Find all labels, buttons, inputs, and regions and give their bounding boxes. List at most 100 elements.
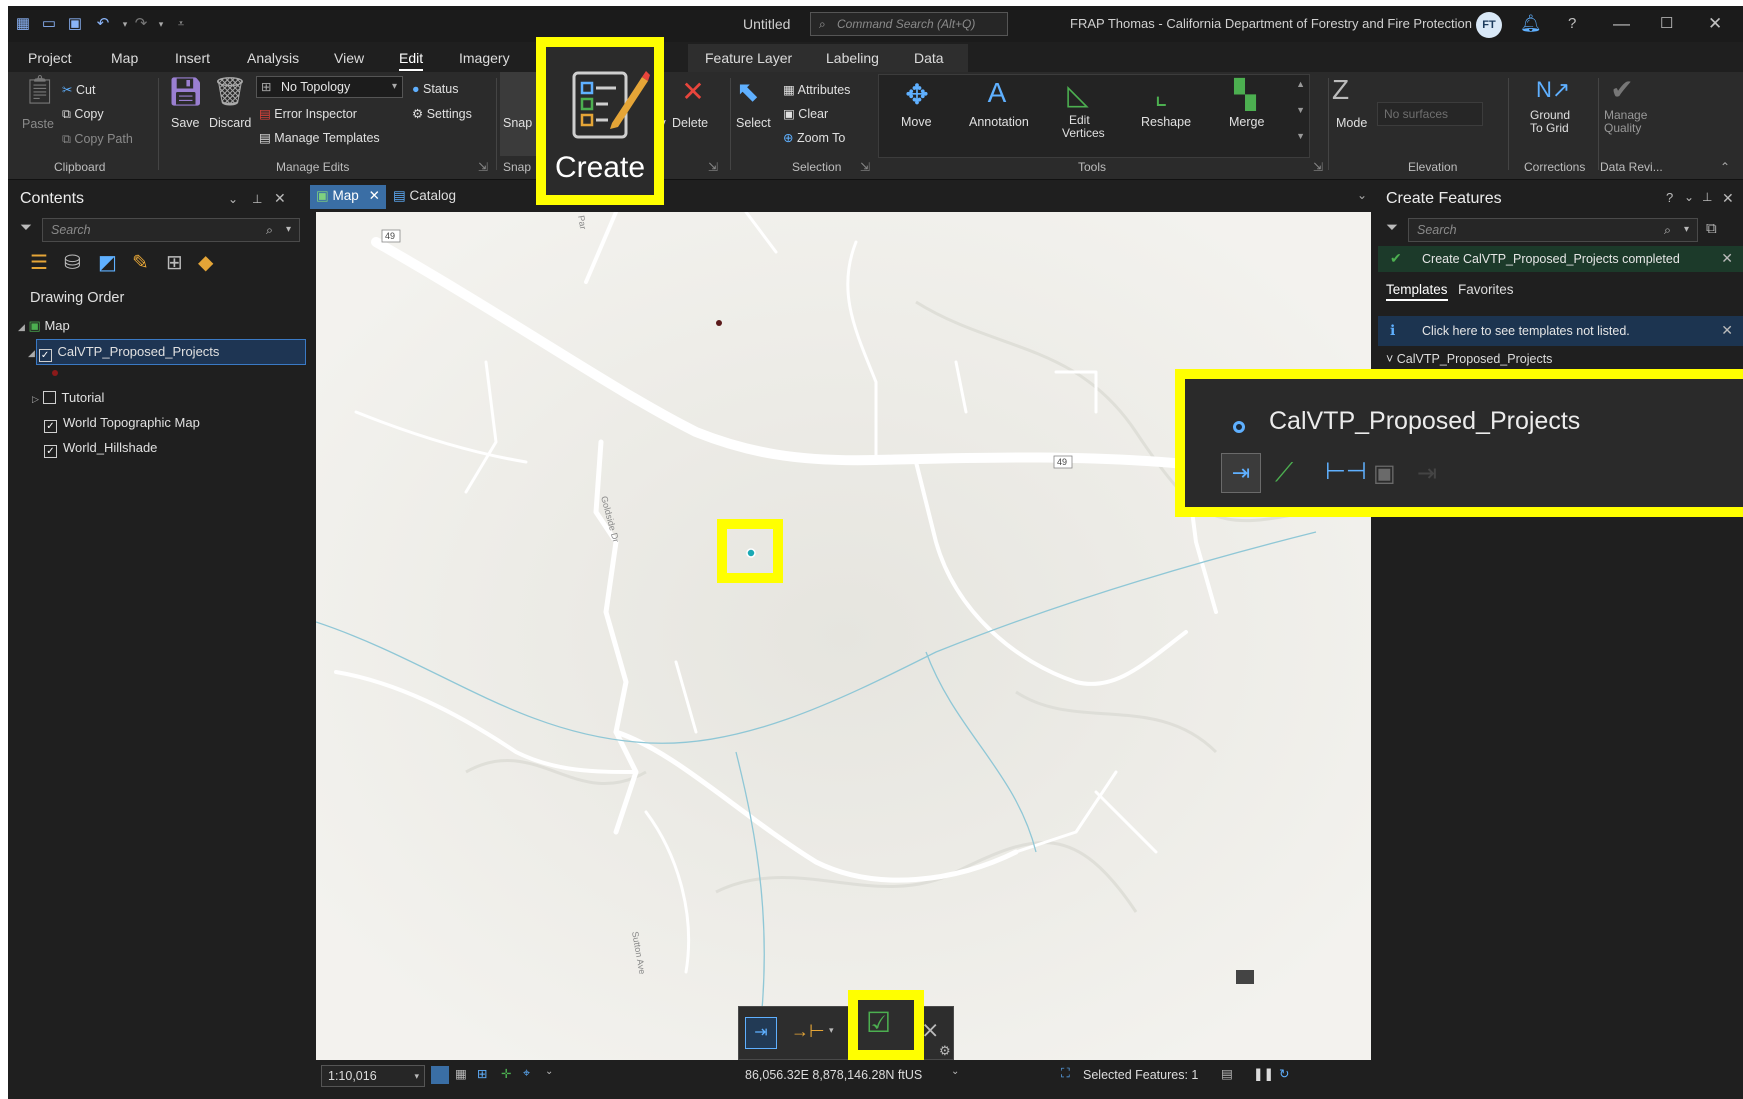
launcher-icon[interactable]: ⇲ [708, 160, 718, 174]
redo-dropdown-icon[interactable]: ▾ [152, 15, 170, 33]
create-button[interactable]: Create [546, 47, 654, 195]
template-group-header[interactable]: ˅ CalVTP_Proposed_Projects [1386, 352, 1552, 366]
list-by-editing-icon[interactable]: ✎ [132, 250, 149, 275]
annotation-icon[interactable]: A [981, 77, 1013, 109]
save-edits-button[interactable]: Save [171, 116, 200, 130]
select-button[interactable]: Select [736, 116, 771, 130]
paste-button[interactable]: Paste [22, 117, 54, 131]
point-along-line-icon[interactable]: ⟋ [1275, 457, 1293, 489]
table-icon[interactable]: ▤ [1221, 1066, 1233, 1081]
settings-button[interactable]: ⚙ Settings [412, 106, 472, 121]
clear-selection-button[interactable]: ▣ Clear [783, 106, 828, 121]
launcher-icon[interactable]: ⇲ [860, 160, 870, 174]
tab-map[interactable]: Map [111, 50, 138, 66]
map-node[interactable]: ◢ ▣ Map [18, 318, 70, 334]
merge-tool[interactable]: Merge [1229, 115, 1264, 129]
user-avatar[interactable]: FT [1476, 12, 1502, 38]
selection-tolerance-icon[interactable]: ⌖ [523, 1066, 530, 1081]
save-edits-icon[interactable]: 💾︎ [168, 76, 204, 108]
elevation-surface-dropdown[interactable]: No surfaces [1377, 102, 1483, 126]
tab-labeling[interactable]: Labeling [826, 50, 879, 66]
manage-templates-icon[interactable]: ⧉ [1706, 220, 1717, 237]
tab-feature-layer[interactable]: Feature Layer [705, 50, 792, 66]
tab-insert[interactable]: Insert [175, 50, 210, 66]
tab-view[interactable]: View [334, 50, 364, 66]
reshape-icon[interactable]: ⌞ [1145, 79, 1177, 111]
existing-point-feature[interactable] [716, 320, 722, 326]
templates-search-input[interactable]: Search ⌕ ▾ [1408, 218, 1698, 242]
point-tool-button[interactable]: ⇥ [1221, 453, 1261, 493]
layer-visibility-checkbox[interactable]: ✓ [38, 349, 52, 362]
layer-calvtp-proposed-projects[interactable]: ◢ ✓ CalVTP_Proposed_Projects [28, 344, 219, 362]
list-by-source-icon[interactable]: ⛁ [64, 250, 81, 275]
error-inspector-button[interactable]: ▤ Error Inspector [259, 106, 357, 121]
close-notification-icon[interactable]: ✕ [1721, 250, 1733, 267]
filter-icon[interactable]: ⏷ [1386, 219, 1398, 236]
manage-templates-button[interactable]: ▤ Manage Templates [259, 130, 380, 145]
reshape-tool[interactable]: Reshape [1141, 115, 1191, 129]
minimize-icon[interactable]: — [1613, 13, 1630, 35]
expand-icon[interactable]: ◢ [18, 322, 25, 332]
fixed-scale-icon[interactable] [431, 1066, 449, 1084]
launcher-icon[interactable]: ⇲ [1313, 160, 1323, 174]
point-disabled-tool-icon[interactable]: ⇥ [1417, 459, 1437, 488]
tab-analysis[interactable]: Analysis [247, 50, 299, 66]
list-by-snapping-icon[interactable]: ⊞ [166, 250, 183, 275]
edit-vertices-icon[interactable]: ◺ [1062, 79, 1094, 111]
finish-sketch-icon[interactable]: ☑ [866, 1006, 891, 1040]
gallery-scroll-up-icon[interactable]: ▲ [1296, 79, 1305, 89]
collapse-icon[interactable]: ▷ [32, 394, 39, 404]
annotation-tool[interactable]: Annotation [969, 115, 1029, 129]
snapping-icon[interactable]: ⊞ [477, 1066, 487, 1081]
help-icon[interactable]: ? [1568, 13, 1576, 35]
launcher-icon[interactable]: ⇲ [478, 160, 488, 174]
copy-button[interactable]: ⧉ Copy [62, 107, 104, 122]
ground-to-grid-label-1[interactable]: Ground [1530, 108, 1570, 122]
z-mode-icon[interactable]: Z [1332, 74, 1349, 106]
layer-visibility-checkbox[interactable]: ✓ [44, 420, 57, 433]
layer-tutorial[interactable]: ▷ Tutorial [32, 390, 104, 405]
layer-world-hillshade[interactable]: ✓ World_Hillshade [44, 440, 157, 458]
edit-vertices-label-2[interactable]: Vertices [1062, 126, 1105, 140]
redo-icon[interactable]: ↷ [132, 15, 150, 33]
selected-features-count[interactable]: Selected Features: 1 [1083, 1068, 1198, 1082]
info-notification[interactable]: ℹ Click here to see templates not listed… [1378, 316, 1743, 346]
gallery-expand-icon[interactable]: ▼ [1296, 131, 1305, 141]
pane-options-icon[interactable]: ⌄ [1684, 190, 1694, 204]
paste-icon[interactable]: 📋︎ [22, 74, 58, 106]
point-at-end-of-line-icon[interactable]: ⊢⊣ [1325, 457, 1367, 486]
point-from-table-icon[interactable]: ▣ [1373, 459, 1396, 488]
ground-to-grid-icon[interactable]: N↗ [1536, 74, 1570, 106]
constraints-icon[interactable]: ✛ [501, 1066, 511, 1081]
expand-icon[interactable]: ◢ [28, 348, 35, 358]
manage-quality-icon[interactable]: ✔ [1606, 74, 1638, 106]
list-by-drawing-order-icon[interactable]: ☰ [30, 250, 48, 275]
delete-icon[interactable]: ✕ [678, 76, 708, 108]
collapse-ribbon-icon[interactable]: ⌃ [1720, 160, 1730, 174]
customize-toolbar-icon[interactable]: ⩡ [172, 15, 190, 33]
tab-imagery[interactable]: Imagery [459, 50, 510, 66]
pin-icon[interactable]: ⊥ [1702, 190, 1712, 204]
z-mode-button[interactable]: Mode [1336, 116, 1367, 130]
chevron-down-icon[interactable]: ⌄ [545, 1066, 553, 1077]
tab-templates[interactable]: Templates [1386, 282, 1448, 301]
manage-quality-label-2[interactable]: Quality [1604, 121, 1641, 135]
pin-icon[interactable]: ⊥ [252, 192, 262, 206]
close-pane-icon[interactable]: ✕ [274, 190, 286, 207]
undo-icon[interactable]: ↶ [94, 15, 112, 33]
refresh-icon[interactable]: ↻ [1279, 1066, 1289, 1081]
gear-icon[interactable]: ⚙ [939, 1043, 951, 1059]
map-canvas[interactable]: 49 49 Goldside Dr Par Sutton Ave [316, 212, 1371, 1060]
help-icon[interactable]: ? [1666, 190, 1673, 205]
zoom-to-button[interactable]: ⊕ Zoom To [783, 130, 845, 145]
list-by-selection-icon[interactable]: ◩ [98, 250, 117, 275]
cut-button[interactable]: ✂ Cut [62, 82, 95, 97]
template-item[interactable]: CalVTP_Proposed_Projects ⇥ ⟋ ⊢⊣ ▣ ⇥ [1185, 379, 1743, 507]
filter-icon[interactable]: ⏷ [20, 219, 32, 236]
tab-catalog-view[interactable]: ▤ Catalog [387, 185, 462, 209]
move-tool[interactable]: Move [901, 115, 932, 129]
selected-features-icon[interactable]: ⛶ [1061, 1066, 1070, 1081]
layer-world-topographic-map[interactable]: ✓ World Topographic Map [44, 415, 200, 433]
contents-search-input[interactable]: Search ⌕ ▾ [42, 218, 300, 242]
snap-button[interactable]: Snap [503, 116, 532, 130]
